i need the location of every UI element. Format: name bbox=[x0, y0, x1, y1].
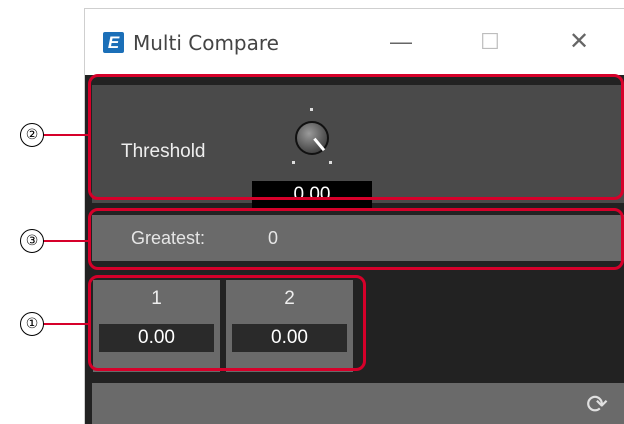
bottom-bar: ⟳ bbox=[92, 383, 624, 424]
close-button[interactable]: ✕ bbox=[559, 27, 599, 57]
refresh-icon[interactable]: ⟳ bbox=[582, 389, 612, 419]
app-icon: E bbox=[103, 32, 124, 53]
window-title: Multi Compare bbox=[133, 31, 279, 55]
maximize-button[interactable]: ☐ bbox=[470, 27, 510, 57]
callout-line-3 bbox=[42, 240, 88, 242]
callout-number-1: ① bbox=[20, 312, 44, 336]
callout-line-1 bbox=[42, 323, 88, 325]
callout-number-3: ③ bbox=[20, 229, 44, 253]
callout-box-threshold bbox=[88, 74, 624, 200]
callout-box-greatest bbox=[88, 208, 624, 270]
callout-line-2 bbox=[42, 134, 88, 136]
title-bar[interactable]: E Multi Compare — ☐ ✕ bbox=[85, 9, 624, 75]
app-icon-letter: E bbox=[107, 33, 120, 52]
callout-number-2: ② bbox=[20, 123, 44, 147]
minimize-button[interactable]: — bbox=[381, 27, 421, 57]
callout-box-channels bbox=[88, 275, 366, 371]
